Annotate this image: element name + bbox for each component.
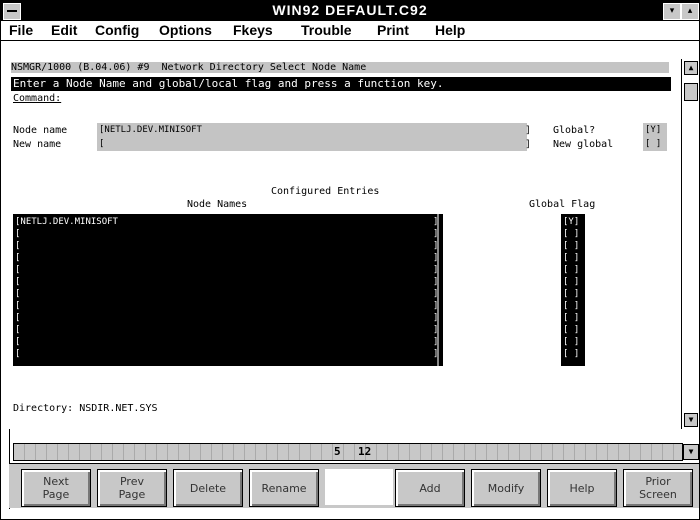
node-list-item-close: ] [433, 217, 439, 227]
node-list-item[interactable]: [ [15, 288, 20, 300]
global-flag-item[interactable]: [ ] [563, 240, 579, 252]
global-flag-item[interactable]: [ ] [563, 228, 579, 240]
app-window: WIN92 DEFAULT.C92 ▾ ▴ File Edit Config O… [0, 0, 700, 520]
menu-config[interactable]: Config [95, 22, 139, 38]
menu-help[interactable]: Help [435, 22, 465, 38]
scroll-up-arrow-icon[interactable]: ▲ [684, 61, 698, 75]
status-left-value: 5 [334, 445, 341, 458]
window-title: WIN92 DEFAULT.C92 [272, 2, 428, 18]
new-name-close: ] [525, 139, 532, 150]
screen-header: NSMGR/1000 (B.04.06) #9 Network Director… [11, 62, 669, 73]
rename-button[interactable]: Rename [249, 469, 319, 507]
global-flag-item[interactable]: [ ] [563, 348, 579, 360]
maximize-button[interactable]: ▴ [681, 3, 699, 20]
status-right-value: 12 [358, 445, 372, 458]
new-global-label: New global [553, 139, 614, 150]
add-button[interactable]: Add [395, 469, 465, 507]
global-label: Global? [553, 125, 596, 136]
node-list-item-close: ] [433, 277, 439, 287]
node-list-item-close: ] [433, 325, 439, 335]
command-label[interactable]: Command: [13, 93, 61, 104]
configured-entries-heading: Configured Entries [271, 186, 380, 197]
modify-button[interactable]: Modify [471, 469, 541, 507]
node-name-label: Node name [13, 125, 68, 136]
directory-label: Directory: NSDIR.NET.SYS [13, 403, 158, 414]
help-button[interactable]: Help [547, 469, 617, 507]
status-bar: 5 12 [13, 443, 683, 461]
menu-print[interactable]: Print [377, 22, 409, 38]
node-name-close: ] [525, 125, 532, 136]
menu-edit[interactable]: Edit [51, 22, 77, 38]
node-list-item[interactable]: [ [15, 276, 20, 288]
global-flag-item[interactable]: [ ] [563, 300, 579, 312]
menu-file[interactable]: File [9, 22, 33, 38]
node-names-heading: Node Names [187, 199, 248, 210]
new-global-input[interactable]: [ ] [643, 137, 667, 151]
scroll-down-arrow-icon[interactable]: ▼ [684, 413, 698, 427]
global-flag-list[interactable]: [Y][ ][ ][ ][ ][ ][ ][ ][ ][ ][ ][ ] [561, 214, 585, 366]
node-list-item-close: ] [433, 253, 439, 263]
node-list-item[interactable]: [ [15, 324, 20, 336]
global-flag-item[interactable]: [Y] [563, 216, 579, 228]
node-list-item-close: ] [433, 289, 439, 299]
global-flag-item[interactable]: [ ] [563, 276, 579, 288]
global-flag-item[interactable]: [ ] [563, 288, 579, 300]
node-list-item[interactable]: [ [15, 264, 20, 276]
node-name-list[interactable]: [NETLJ.DEV.MINISOFT] [] [] [] [] [] [] [] [] [] []… [13, 214, 443, 366]
node-list-item[interactable]: [ [15, 228, 20, 240]
next-page-button[interactable]: Next Page [21, 469, 91, 507]
new-name-input[interactable]: [ [97, 137, 527, 151]
prev-page-button[interactable]: Prev Page [97, 469, 167, 507]
node-list-item[interactable]: [ [15, 240, 20, 252]
global-input[interactable]: [Y] [643, 123, 667, 137]
node-list-item-close: ] [433, 349, 439, 359]
node-list-item-close: ] [433, 301, 439, 311]
global-flag-item[interactable]: [ ] [563, 264, 579, 276]
node-list-item[interactable]: [ [15, 252, 20, 264]
title-bar: WIN92 DEFAULT.C92 ▾ ▴ [1, 1, 699, 21]
vertical-scrollbar[interactable]: ▲ ▼ [681, 59, 699, 429]
menu-fkeys[interactable]: Fkeys [233, 22, 273, 38]
global-flag-item[interactable]: [ ] [563, 312, 579, 324]
global-flag-item[interactable]: [ ] [563, 324, 579, 336]
menu-options[interactable]: Options [159, 22, 212, 38]
menu-bar: File Edit Config Options Fkeys Trouble P… [1, 21, 699, 41]
global-flag-item[interactable]: [ ] [563, 336, 579, 348]
blank-function-key[interactable] [325, 469, 393, 505]
delete-button[interactable]: Delete [173, 469, 243, 507]
prompt-banner: Enter a Node Name and global/local flag … [11, 77, 671, 91]
node-list-item[interactable]: [NETLJ.DEV.MINISOFT [15, 216, 118, 228]
global-flag-item[interactable]: [ ] [563, 252, 579, 264]
menu-trouble[interactable]: Trouble [301, 22, 352, 38]
node-name-input[interactable]: [NETLJ.DEV.MINISOFT [97, 123, 527, 137]
node-list-item-close: ] [433, 241, 439, 251]
node-list-item-close: ] [433, 265, 439, 275]
node-list-item[interactable]: [ [15, 348, 20, 360]
new-name-label: New name [13, 139, 62, 150]
node-list-item-close: ] [433, 313, 439, 323]
node-list-item[interactable]: [ [15, 312, 20, 324]
global-flag-heading: Global Flag [529, 199, 596, 210]
node-list-item[interactable]: [ [15, 336, 20, 348]
node-list-item[interactable]: [ [15, 300, 20, 312]
status-dropdown-arrow-icon[interactable]: ▼ [683, 444, 699, 460]
minimize-button[interactable]: ▾ [663, 3, 681, 20]
prior-screen-button[interactable]: Prior Screen [623, 469, 693, 507]
node-list-item-close: ] [433, 337, 439, 347]
node-list-item-close: ] [433, 229, 439, 239]
scroll-thumb[interactable] [684, 83, 698, 101]
